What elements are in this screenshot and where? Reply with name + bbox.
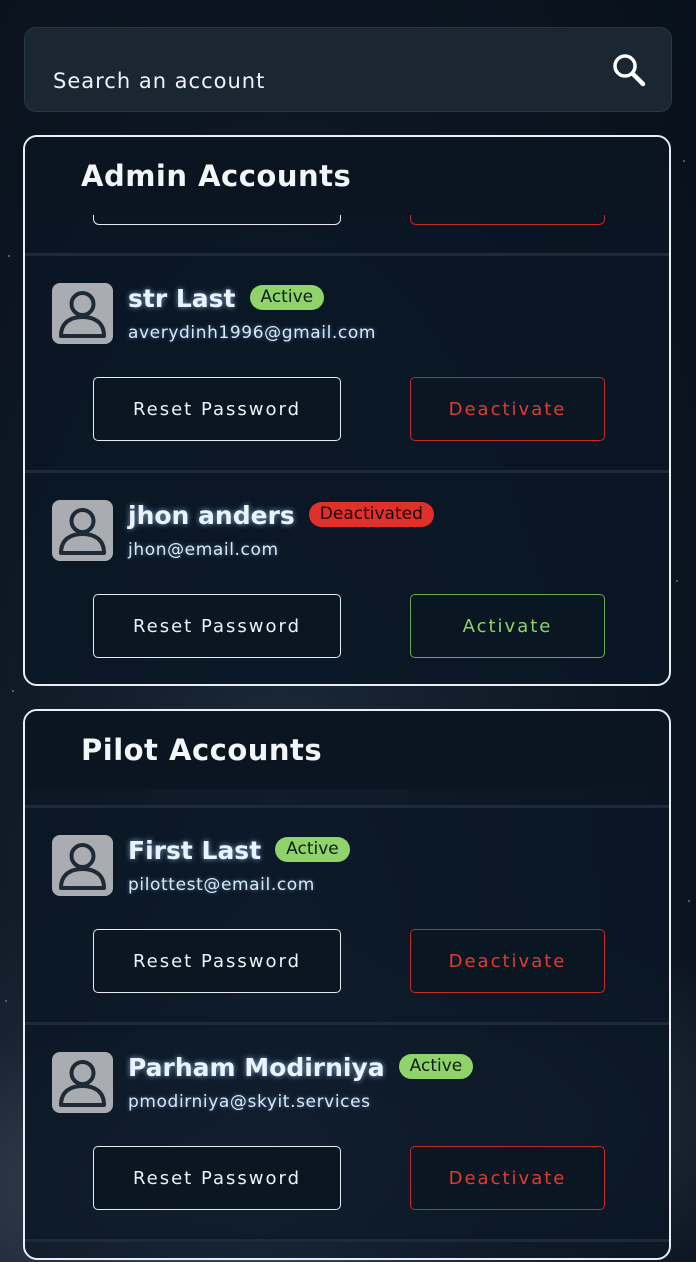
pilot-panel-header: Pilot Accounts: [25, 711, 669, 789]
user-icon: [59, 291, 106, 338]
account-name: jhon anders Deactivated: [128, 501, 434, 530]
avatar: [52, 1052, 113, 1113]
account-email: pmodirniya@skyit.services: [128, 1092, 371, 1112]
status-badge: Active: [275, 836, 350, 862]
account-name: Parham Modirniya Active: [128, 1053, 474, 1082]
account-card: Parham Modirniya Active pmodirniya@skyit.…: [25, 1025, 669, 1239]
account-card: jhon anders Deactivated jhon@email.com Re…: [25, 473, 669, 684]
account-email: jhon@email.com: [128, 540, 279, 560]
admin-accounts-panel: Admin Accounts str Last Active averydinh1…: [23, 135, 671, 686]
user-icon: [59, 1060, 106, 1107]
status-badge: Active: [249, 284, 325, 310]
search-input[interactable]: [51, 68, 575, 94]
reset-password-button[interactable]: Reset Password: [93, 377, 341, 441]
admin-panel-title: Admin Accounts: [81, 159, 352, 193]
account-card: First Last Active pilottest@email.com Res…: [25, 808, 669, 1022]
account-email: averydinh1996@gmail.com: [128, 323, 377, 343]
scrolled-deactivate-button-edge: [410, 215, 605, 225]
status-badge: Deactivated: [308, 501, 434, 527]
pilot-accounts-panel: Pilot Accounts First Last Active pilottes…: [23, 709, 671, 1260]
scrolled-reset-button-edge: [93, 215, 341, 225]
account-name: First Last Active: [128, 836, 350, 865]
deactivate-button[interactable]: Deactivate: [410, 929, 605, 993]
account-name: str Last Active: [128, 284, 325, 313]
reset-password-button[interactable]: Reset Password: [93, 594, 341, 658]
user-icon: [59, 508, 106, 555]
reset-password-button[interactable]: Reset Password: [93, 1146, 341, 1210]
avatar: [52, 283, 113, 344]
activate-button[interactable]: Activate: [410, 594, 605, 658]
avatar: [52, 500, 113, 561]
divider: [25, 1239, 669, 1242]
account-email: pilottest@email.com: [128, 875, 315, 895]
avatar: [52, 835, 113, 896]
reset-password-button[interactable]: Reset Password: [93, 929, 341, 993]
account-card: str Last Active averydinh1996@gmail.com R…: [25, 256, 669, 470]
search-bar: [24, 27, 672, 112]
search-icon[interactable]: [611, 52, 647, 88]
user-icon: [59, 843, 106, 890]
status-badge: Active: [398, 1053, 474, 1079]
deactivate-button[interactable]: Deactivate: [410, 377, 605, 441]
admin-panel-header: Admin Accounts: [25, 137, 669, 215]
deactivate-button[interactable]: Deactivate: [410, 1146, 605, 1210]
pilot-panel-title: Pilot Accounts: [81, 733, 323, 767]
